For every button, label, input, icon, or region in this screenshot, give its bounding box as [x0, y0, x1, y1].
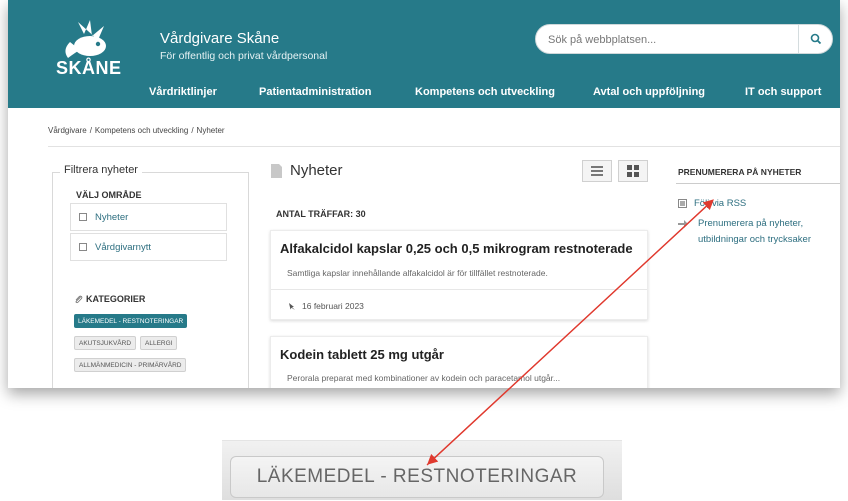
header-divider — [48, 146, 840, 147]
article-summary: Samtliga kapslar innehållande alfakalcid… — [287, 268, 548, 278]
site-name[interactable]: Vårdgivare Skåne — [160, 30, 279, 47]
nav-item-vardriktlinjer[interactable]: Vårdriktlinjer — [149, 86, 217, 98]
search-button[interactable] — [798, 25, 832, 53]
breadcrumb-current: Nyheter — [196, 126, 225, 135]
site-tagline: För offentlig och privat vårdpersonal — [160, 50, 328, 62]
page-screenshot: SKÅNE Vårdgivare Skåne För offentlig och… — [8, 0, 840, 388]
arrow-right-icon — [678, 220, 688, 228]
rss-link[interactable]: Följ via RSS — [694, 198, 746, 209]
tag-allmanmedicin[interactable]: ALLMÄNMEDICIN - PRIMÄRVÅRD — [74, 358, 187, 372]
zoom-inset: LÄKEMEDEL - RESTNOTERINGAR — [222, 440, 622, 500]
search-icon — [810, 33, 821, 45]
breadcrumb-item[interactable]: Kompetens och utveckling — [95, 126, 188, 135]
tag-lakemedel-restnoteringar[interactable]: LÄKEMEDEL - RESTNOTERINGAR — [74, 314, 188, 328]
area-option-vardgivarnytt[interactable]: Vårdgivarnytt — [70, 233, 227, 261]
search-input[interactable] — [548, 31, 788, 49]
news-article[interactable]: Alfakalcidol kapslar 0,25 och 0,5 mikrog… — [270, 230, 648, 320]
site-header: SKÅNE Vårdgivare Skåne För offentlig och… — [8, 0, 840, 108]
area-option-label: Nyheter — [95, 211, 129, 223]
paperclip-icon — [75, 295, 83, 303]
hit-count: ANTAL TRÄFFAR: 30 — [276, 209, 366, 219]
tag-allergi[interactable]: ALLERGI — [140, 336, 178, 350]
article-title[interactable]: Alfakalcidol kapslar 0,25 och 0,5 mikrog… — [280, 241, 633, 256]
filter-legend: Filtrera nyheter — [60, 164, 142, 176]
categories-heading: KATEGORIER — [74, 294, 145, 304]
nav-item-it-support[interactable]: IT och support — [745, 86, 821, 98]
subscribe-divider — [676, 183, 840, 184]
news-article[interactable]: Kodein tablett 25 mg utgår Perorala prep… — [270, 336, 648, 388]
subscribe-heading: PRENUMERERA PÅ NYHETER — [678, 167, 802, 177]
pin-icon — [289, 302, 295, 310]
subscribe-link[interactable]: Prenumerera på nyheter, — [698, 218, 803, 229]
zoomed-tag-lakemedel-restnoteringar[interactable]: LÄKEMEDEL - RESTNOTERINGAR — [230, 456, 604, 498]
list-icon — [591, 166, 603, 176]
breadcrumb-item[interactable]: Vårdgivare — [48, 126, 87, 135]
nav-item-avtal[interactable]: Avtal och uppföljning — [593, 86, 705, 98]
page-title: Nyheter — [290, 162, 343, 179]
article-date: 16 februari 2023 — [287, 301, 364, 311]
breadcrumb: Vårdgivare / Kompetens och utveckling / Nyhe… — [48, 126, 225, 135]
tag-akutsjukvard[interactable]: AKUTSJUKVÅRD — [74, 336, 137, 350]
area-option-label: Vårdgivarnytt — [95, 241, 151, 253]
checkbox[interactable] — [79, 243, 87, 251]
rss-icon — [678, 199, 687, 208]
list-view-button[interactable] — [582, 160, 612, 182]
area-option-nyheter[interactable]: Nyheter — [70, 203, 227, 231]
grid-view-button[interactable] — [618, 160, 648, 182]
nav-item-patientadministration[interactable]: Patientadministration — [259, 86, 371, 98]
article-divider — [271, 289, 647, 290]
grid-icon — [627, 165, 639, 177]
main-navigation: Vårdriktlinjer Patientadministration Kom… — [8, 83, 840, 105]
article-date-text: 16 februari 2023 — [302, 301, 364, 311]
checkbox[interactable] — [79, 213, 87, 221]
nav-item-kompetens[interactable]: Kompetens och utveckling — [415, 86, 555, 98]
article-title[interactable]: Kodein tablett 25 mg utgår — [280, 347, 444, 362]
article-summary: Perorala preparat med kombinationer av k… — [287, 373, 561, 383]
document-icon — [271, 164, 282, 178]
subscribe-link-line2[interactable]: utbildningar och trycksaker — [698, 234, 811, 245]
logo-wordmark[interactable]: SKÅNE — [56, 58, 122, 79]
categories-title: KATEGORIER — [86, 294, 146, 304]
area-heading: VÄLJ OMRÅDE — [76, 190, 142, 200]
search-box — [535, 24, 833, 54]
